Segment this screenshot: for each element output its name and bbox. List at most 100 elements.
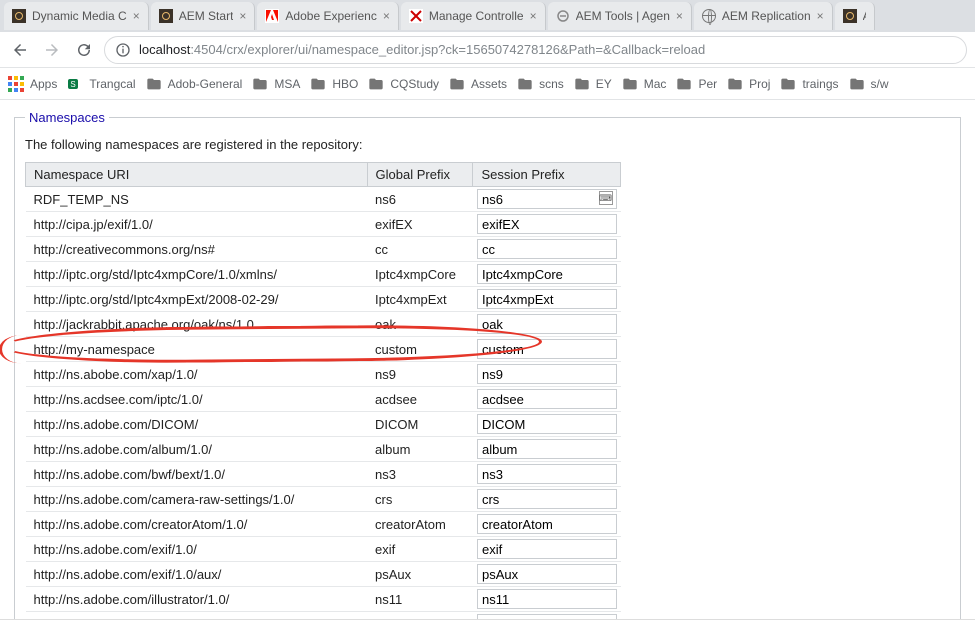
session-prefix-input[interactable] [477, 364, 617, 384]
tab-title: AEM Start [179, 9, 234, 23]
apps-label: Apps [30, 77, 57, 91]
cell-uri: http://ns.adobe.com/illustrator/1.0/ [26, 587, 368, 612]
bookmark-cqstudy[interactable]: CQStudy [368, 76, 439, 92]
cell-global-prefix: exifEX [367, 212, 473, 237]
cell-global-prefix: DICOM [367, 412, 473, 437]
aem-icon [843, 9, 857, 23]
cell-uri: http://ns.adobe.com/bwf/bext/1.0/ [26, 462, 368, 487]
folder-icon [622, 76, 638, 92]
close-icon[interactable]: × [133, 9, 140, 23]
sharepoint-icon: S [67, 76, 83, 92]
table-row: http://iptc.org/std/Iptc4xmpExt/2008-02-… [26, 287, 621, 312]
session-prefix-input[interactable] [477, 289, 617, 309]
keyboard-icon[interactable]: ⌨ [599, 191, 613, 205]
bookmark-msa[interactable]: MSA [252, 76, 300, 92]
session-prefix-input[interactable] [477, 339, 617, 359]
bookmark-label: traings [802, 77, 838, 91]
close-icon[interactable]: × [817, 9, 824, 23]
reload-button[interactable] [72, 38, 96, 62]
aem-icon [12, 9, 26, 23]
tab-adobe-experience[interactable]: Adobe Experienc × [257, 2, 398, 30]
tab-aem-replication[interactable]: AEM Replication × [694, 2, 833, 30]
session-prefix-input[interactable] [477, 589, 617, 609]
close-icon[interactable]: × [239, 9, 246, 23]
tab-manage-controlle[interactable]: Manage Controlle × [401, 2, 546, 30]
bookmark-trangcal[interactable]: S Trangcal [67, 76, 135, 92]
bookmark-adob-general[interactable]: Adob-General [146, 76, 243, 92]
table-row: http://ns.adobe.com/lightroom/1.0/lr [26, 612, 621, 620]
cell-session-prefix [473, 487, 621, 512]
apps-button[interactable]: Apps [8, 76, 57, 92]
cell-uri: http://ns.adobe.com/exif/1.0/ [26, 537, 368, 562]
close-icon[interactable]: × [530, 9, 537, 23]
session-prefix-input[interactable] [477, 439, 617, 459]
bookmark-proj[interactable]: Proj [727, 76, 770, 92]
cell-global-prefix: crs [367, 487, 473, 512]
session-prefix-input[interactable] [477, 189, 617, 209]
session-prefix-input[interactable] [477, 489, 617, 509]
tab-aem-tools[interactable]: AEM Tools | Agen × [548, 2, 692, 30]
cell-session-prefix [473, 587, 621, 612]
cell-uri: http://iptc.org/std/Iptc4xmpCore/1.0/xml… [26, 262, 368, 287]
adobe-icon [265, 9, 279, 23]
folder-icon [727, 76, 743, 92]
tab-overflow[interactable]: A [835, 2, 875, 30]
close-icon[interactable]: × [676, 9, 683, 23]
table-row: http://iptc.org/std/Iptc4xmpCore/1.0/xml… [26, 262, 621, 287]
tab-dynamic-media[interactable]: Dynamic Media C × [4, 2, 149, 30]
cell-global-prefix: psAux [367, 562, 473, 587]
table-header-row: Namespace URI Global Prefix Session Pref… [26, 163, 621, 187]
cell-session-prefix [473, 262, 621, 287]
session-prefix-input[interactable] [477, 264, 617, 284]
tab-title: A [863, 9, 866, 23]
bookmark-label: Assets [471, 77, 507, 91]
cell-uri: http://ns.adobe.com/camera-raw-settings/… [26, 487, 368, 512]
bookmark-assets[interactable]: Assets [449, 76, 507, 92]
session-prefix-input[interactable] [477, 389, 617, 409]
bookmark-label: s/w [871, 77, 889, 91]
svg-text:S: S [71, 80, 76, 89]
bookmark-label: Adob-General [168, 77, 243, 91]
session-prefix-input[interactable] [477, 564, 617, 584]
tab-aem-start[interactable]: AEM Start × [151, 2, 256, 30]
site-info-icon[interactable] [115, 42, 131, 58]
link-icon [556, 9, 570, 23]
cell-session-prefix [473, 287, 621, 312]
session-prefix-input[interactable] [477, 414, 617, 434]
table-row: http://ns.abobe.com/xap/1.0/ns9 [26, 362, 621, 387]
tab-title: AEM Replication [722, 9, 811, 23]
cell-session-prefix [473, 562, 621, 587]
session-prefix-input[interactable] [477, 239, 617, 259]
address-bar[interactable]: localhost:4504/crx/explorer/ui/namespace… [104, 36, 967, 64]
cell-uri: http://ns.adobe.com/album/1.0/ [26, 437, 368, 462]
session-prefix-input[interactable] [477, 314, 617, 334]
cell-uri: http://my-namespace [26, 337, 368, 362]
session-prefix-input[interactable] [477, 214, 617, 234]
bookmark-ey[interactable]: EY [574, 76, 612, 92]
bookmark-label: EY [596, 77, 612, 91]
cell-global-prefix: ns6 [367, 187, 473, 212]
table-row: http://ns.adobe.com/creatorAtom/1.0/crea… [26, 512, 621, 537]
bookmark-mac[interactable]: Mac [622, 76, 667, 92]
session-prefix-input[interactable] [477, 539, 617, 559]
forward-button[interactable] [40, 38, 64, 62]
cell-session-prefix [473, 512, 621, 537]
table-row: http://ns.adobe.com/illustrator/1.0/ns11 [26, 587, 621, 612]
cell-global-prefix: oak [367, 312, 473, 337]
cell-session-prefix [473, 337, 621, 362]
table-row: http://my-namespacecustom [26, 337, 621, 362]
bookmark-sw[interactable]: s/w [849, 76, 889, 92]
aem-icon [159, 9, 173, 23]
cell-session-prefix [473, 362, 621, 387]
session-prefix-input[interactable] [477, 464, 617, 484]
session-prefix-input[interactable] [477, 614, 617, 620]
back-button[interactable] [8, 38, 32, 62]
folder-icon [574, 76, 590, 92]
bookmark-scns[interactable]: scns [517, 76, 564, 92]
cell-uri: http://ns.adobe.com/creatorAtom/1.0/ [26, 512, 368, 537]
bookmark-traings[interactable]: traings [780, 76, 838, 92]
session-prefix-input[interactable] [477, 514, 617, 534]
bookmark-per[interactable]: Per [676, 76, 717, 92]
bookmark-hbo[interactable]: HBO [310, 76, 358, 92]
close-icon[interactable]: × [383, 9, 390, 23]
